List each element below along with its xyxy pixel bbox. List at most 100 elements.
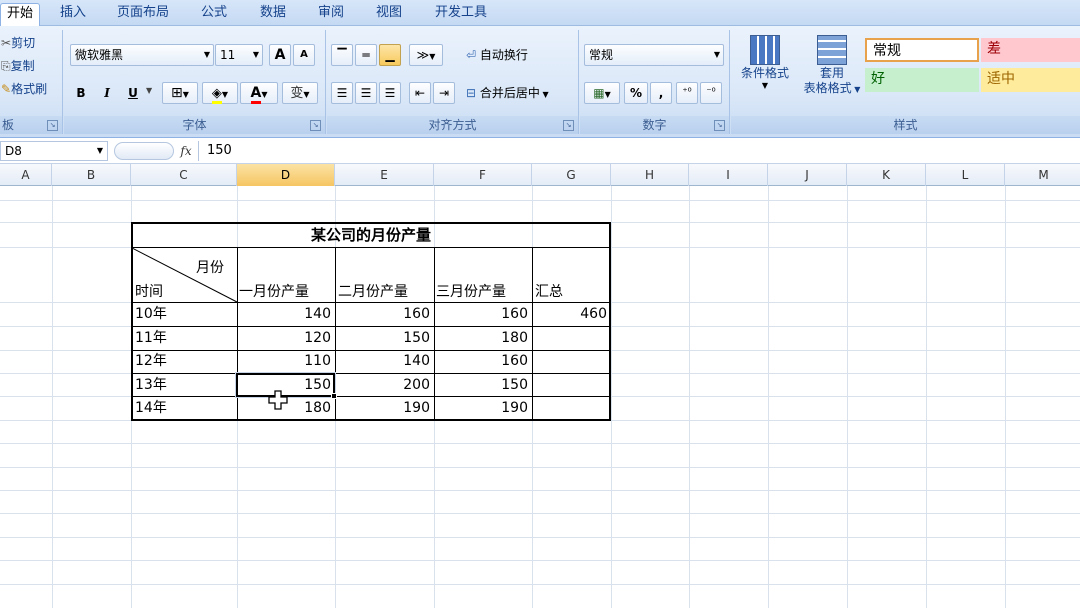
clipboard-launcher-icon[interactable]: ↘ xyxy=(47,120,58,131)
underline-button[interactable]: U xyxy=(122,82,144,104)
align-bottom-button[interactable]: ▁ xyxy=(379,44,401,66)
font-launcher-icon[interactable]: ↘ xyxy=(310,120,321,131)
borders-button[interactable]: ⊞▼ xyxy=(162,82,198,104)
tab-page-layout[interactable]: 页面布局 xyxy=(108,3,178,26)
grow-font-button[interactable]: A xyxy=(269,44,291,66)
tab-data[interactable]: 数据 xyxy=(250,3,296,26)
table-row-year[interactable]: 11年 xyxy=(135,327,167,349)
tab-review[interactable]: 审阅 xyxy=(308,3,354,26)
table-cell-total[interactable]: 460 xyxy=(533,303,607,325)
scissors-icon: ✂ xyxy=(1,36,12,50)
column-header-e[interactable]: E xyxy=(335,164,434,186)
chevron-down-icon[interactable]: ▼ xyxy=(146,86,152,95)
font-color-icon: A xyxy=(250,85,262,104)
align-top-button[interactable]: ▔ xyxy=(331,44,353,66)
merge-center-button[interactable]: ⊟ 合并后居中 ▼ xyxy=(465,82,569,104)
format-painter-button[interactable]: ✎格式刷 xyxy=(0,78,60,100)
table-cell[interactable]: 190 xyxy=(435,397,528,419)
table-cell[interactable]: 150 xyxy=(435,374,528,396)
merge-cells-icon: ⊟ xyxy=(466,86,477,100)
table-row-year[interactable]: 13年 xyxy=(135,374,167,396)
column-header-b[interactable]: B xyxy=(52,164,131,186)
header-month-1: 一月份产量 xyxy=(239,284,309,300)
currency-button[interactable]: ▦▼ xyxy=(584,82,620,104)
orientation-button[interactable]: ≫▼ xyxy=(409,44,443,66)
brush-icon: ✎ xyxy=(1,82,12,96)
align-middle-button[interactable]: ═ xyxy=(355,44,377,66)
tab-view[interactable]: 视图 xyxy=(366,3,412,26)
increase-decimal-button[interactable]: ⁺⁰ xyxy=(676,82,698,104)
number-launcher-icon[interactable]: ↘ xyxy=(714,120,725,131)
border-grid-icon: ⊞ xyxy=(171,85,183,101)
bold-button[interactable]: B xyxy=(70,82,92,104)
table-cell[interactable]: 150 xyxy=(336,327,430,349)
table-cell[interactable]: 140 xyxy=(238,303,331,325)
table-row-year[interactable]: 14年 xyxy=(135,397,167,419)
column-header-c[interactable]: C xyxy=(131,164,237,186)
style-good[interactable]: 好 xyxy=(865,68,979,92)
font-color-button[interactable]: A▼ xyxy=(240,82,278,104)
copy-button[interactable]: ⎘复制 xyxy=(0,55,58,77)
italic-button[interactable]: I xyxy=(96,82,118,104)
align-center-button[interactable]: ☰ xyxy=(355,82,377,104)
column-header-l[interactable]: L xyxy=(926,164,1005,186)
font-size-select[interactable]: 11 ▼ xyxy=(215,44,263,66)
table-cell[interactable]: 180 xyxy=(435,327,528,349)
table-cell[interactable]: 140 xyxy=(336,350,430,372)
decrease-indent-button[interactable]: ⇤ xyxy=(409,82,431,104)
conditional-format-icon xyxy=(750,35,780,65)
style-normal[interactable]: 常规 xyxy=(865,38,979,62)
formula-input[interactable]: 150 xyxy=(198,141,1080,161)
table-cell[interactable]: 200 xyxy=(336,374,430,396)
shrink-font-button[interactable]: A xyxy=(293,44,315,66)
name-box[interactable]: D8 ▼ xyxy=(0,141,108,161)
fill-color-button[interactable]: ◈▼ xyxy=(202,82,238,104)
number-format-select[interactable]: 常规 ▼ xyxy=(584,44,724,66)
column-header-h[interactable]: H xyxy=(611,164,689,186)
format-as-table-button[interactable]: 套用 表格格式 ▼ xyxy=(801,32,863,108)
column-header-d[interactable]: D xyxy=(237,164,335,186)
comma-style-button[interactable]: , xyxy=(650,82,672,104)
tab-home[interactable]: 开始 xyxy=(0,3,40,26)
wrap-text-button[interactable]: ⏎ 自动换行 xyxy=(465,44,549,66)
chevron-down-icon: ▼ xyxy=(303,90,310,99)
fill-handle[interactable] xyxy=(331,393,337,399)
align-right-button[interactable]: ☰ xyxy=(379,82,401,104)
table-row-year[interactable]: 12年 xyxy=(135,350,167,372)
column-header-a[interactable]: A xyxy=(0,164,52,186)
column-header-m[interactable]: M xyxy=(1005,164,1080,186)
percent-button[interactable]: % xyxy=(624,82,648,104)
tab-developer[interactable]: 开发工具 xyxy=(428,3,494,26)
table-cell[interactable]: 110 xyxy=(238,350,331,372)
tab-insert[interactable]: 插入 xyxy=(52,3,94,26)
insert-function-icon[interactable]: fx xyxy=(176,141,196,161)
table-cell[interactable]: 160 xyxy=(336,303,430,325)
column-header-j[interactable]: J xyxy=(768,164,847,186)
chevron-down-icon: ▼ xyxy=(252,50,259,59)
chevron-down-icon: ▼ xyxy=(539,90,549,99)
column-header-i[interactable]: I xyxy=(689,164,768,186)
table-row-year[interactable]: 10年 xyxy=(135,303,167,325)
style-bad[interactable]: 差 xyxy=(981,38,1080,62)
formula-bar-resize-handle[interactable] xyxy=(114,142,174,160)
column-header-k[interactable]: K xyxy=(847,164,926,186)
align-top-icon: ▔ xyxy=(337,48,347,62)
table-cell[interactable]: 120 xyxy=(238,327,331,349)
column-header-g[interactable]: G xyxy=(532,164,611,186)
conditional-formatting-button[interactable]: 条件格式 ▼ xyxy=(735,32,795,108)
phonetic-button[interactable]: 变▼ xyxy=(282,82,318,104)
column-header-f[interactable]: F xyxy=(434,164,532,186)
cut-button[interactable]: ✂剪切 xyxy=(0,32,58,54)
tab-formulas[interactable]: 公式 xyxy=(192,3,236,26)
increase-indent-button[interactable]: ⇥ xyxy=(433,82,455,104)
header-total: 汇总 xyxy=(535,284,563,300)
decrease-decimal-button[interactable]: ⁻⁰ xyxy=(700,82,722,104)
align-left-button[interactable]: ☰ xyxy=(331,82,353,104)
alignment-launcher-icon[interactable]: ↘ xyxy=(563,120,574,131)
font-name-select[interactable]: 微软雅黑 ▼ xyxy=(70,44,214,66)
header-corner-month: 月份 xyxy=(196,260,224,276)
table-cell[interactable]: 190 xyxy=(336,397,430,419)
table-cell[interactable]: 160 xyxy=(435,303,528,325)
table-cell[interactable]: 160 xyxy=(435,350,528,372)
style-neutral[interactable]: 适中 xyxy=(981,68,1080,92)
